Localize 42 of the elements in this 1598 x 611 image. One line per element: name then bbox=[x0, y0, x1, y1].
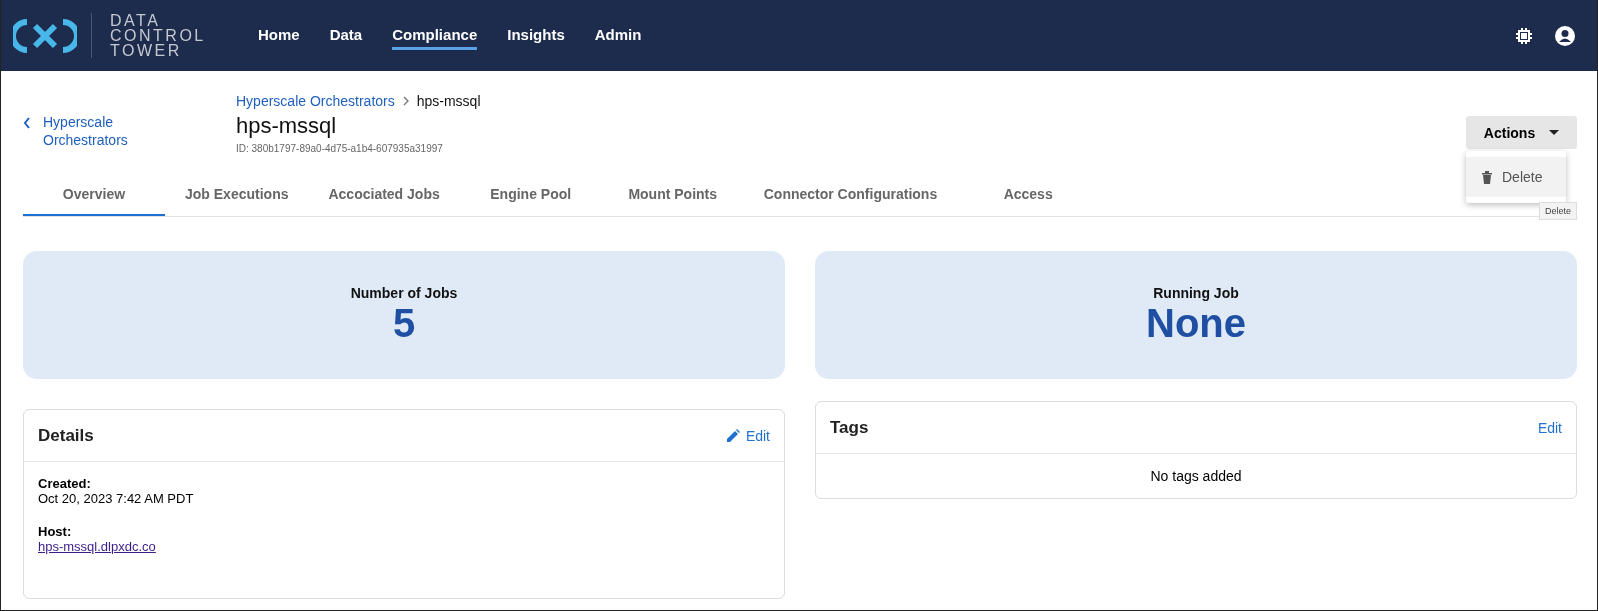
field-label: Host: bbox=[38, 524, 73, 539]
host-link[interactable]: hps-mssql.dlpxdc.co bbox=[38, 539, 770, 554]
tab[interactable]: Job Executions bbox=[165, 173, 309, 216]
nav-link[interactable]: Data bbox=[329, 21, 363, 50]
empty-message: No tags added bbox=[1149, 467, 1243, 486]
tab[interactable]: Accociated Jobs bbox=[308, 173, 460, 216]
stat-value: 5 bbox=[392, 300, 416, 346]
nav-link[interactable]: Admin bbox=[594, 21, 642, 50]
user-icon[interactable] bbox=[1555, 25, 1575, 46]
nav-link[interactable]: Home bbox=[258, 21, 300, 50]
stat-label: Number of Jobs bbox=[350, 284, 458, 301]
page-title: hps-mssql bbox=[236, 113, 338, 139]
id-text: ID: 380b1797-89a0-4d75-a1b4-607935a31997 bbox=[236, 143, 444, 154]
breadcrumb-link[interactable]: Hyperscale Orchestrators bbox=[236, 93, 395, 109]
nav-link[interactable]: Insights bbox=[507, 21, 565, 50]
tab[interactable]: Mount Points bbox=[601, 173, 744, 216]
edit-link[interactable]: Edit bbox=[726, 427, 770, 444]
tab[interactable]: Access bbox=[957, 173, 1100, 216]
field-label: Created: bbox=[38, 476, 92, 491]
chevron-left-icon bbox=[23, 117, 31, 129]
card-title: Details bbox=[38, 425, 94, 446]
brand-name: DATA CONTROL TOWER bbox=[91, 13, 206, 58]
tab[interactable]: Overview bbox=[23, 173, 165, 216]
chevron-icon bbox=[402, 96, 409, 106]
stat-value: None bbox=[1146, 300, 1246, 346]
caret-icon bbox=[1549, 129, 1560, 136]
tab[interactable]: Engine Pool bbox=[459, 173, 602, 216]
logo-icon bbox=[13, 17, 77, 54]
stat-label: Running Job bbox=[1153, 284, 1239, 301]
back-link[interactable]: Hyperscale Orchestrators bbox=[23, 93, 236, 173]
breadcrumb-current: hps-mssql bbox=[416, 93, 481, 109]
nav-link[interactable]: Compliance bbox=[392, 21, 478, 50]
trash-icon bbox=[1482, 170, 1492, 184]
edit-link[interactable]: Edit bbox=[1537, 419, 1562, 436]
chip-icon[interactable] bbox=[1515, 26, 1533, 45]
actions-button[interactable]: Actions bbox=[1466, 116, 1577, 149]
menu-item[interactable]: Delete bbox=[1466, 157, 1566, 197]
tooltip: Delete bbox=[1539, 202, 1577, 220]
tab[interactable]: Connector Configurations bbox=[743, 173, 958, 216]
pencil-icon bbox=[726, 429, 740, 442]
field-value: Oct 20, 2023 7:42 AM PDT bbox=[38, 491, 195, 506]
card-title: Tags bbox=[830, 417, 869, 438]
